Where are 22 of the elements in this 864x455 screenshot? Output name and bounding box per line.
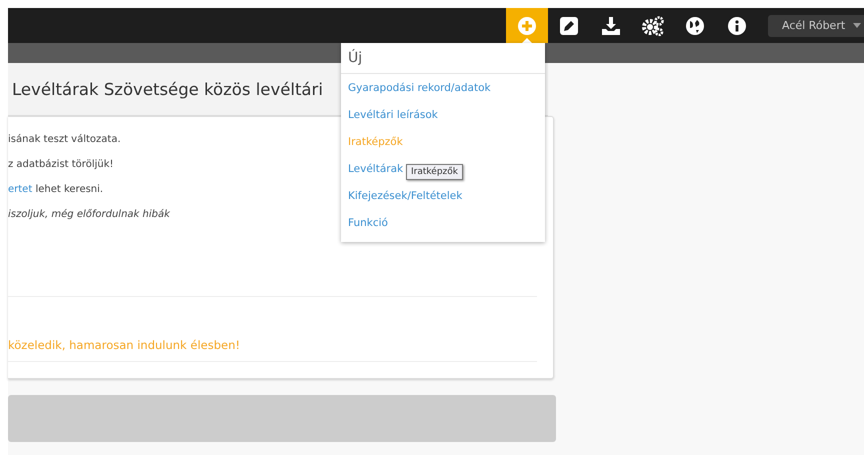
- caret-icon: [853, 23, 862, 28]
- info-text: z adatbázist töröljük!: [8, 158, 114, 171]
- info-text: iszoljuk, még előfordulnak hibák: [8, 208, 170, 221]
- menu-item[interactable]: Gyarapodási rekord/adatok: [348, 82, 491, 94]
- plus-icon: [518, 16, 536, 34]
- menu-header: Új: [341, 43, 545, 74]
- menu-item[interactable]: Funkció: [348, 216, 388, 228]
- info-icon: [728, 16, 746, 34]
- info-text: isának teszt változata.: [8, 133, 121, 146]
- gears-icon: [642, 16, 664, 36]
- download-icon: [601, 16, 621, 34]
- menu-item[interactable]: Levéltárak: [348, 162, 404, 174]
- menu-item[interactable]: Levéltári leírások: [348, 108, 438, 120]
- tooltip: Iratképzők: [406, 164, 463, 180]
- user-menu-button[interactable]: Acél Róbert: [768, 14, 864, 36]
- edit-icon: [560, 16, 578, 34]
- menu-item[interactable]: Iratképzők: [348, 136, 403, 148]
- search-link[interactable]: ertet: [8, 184, 32, 195]
- notice-text: közeledik, hamarosan indulunk élesben!: [8, 339, 240, 352]
- menu-item[interactable]: Kifejezések/Feltételek: [348, 190, 462, 202]
- info-text: ertet lehet keresni.: [8, 183, 104, 196]
- page-title: Levéltárak Szövetsége közös levéltári: [12, 80, 323, 98]
